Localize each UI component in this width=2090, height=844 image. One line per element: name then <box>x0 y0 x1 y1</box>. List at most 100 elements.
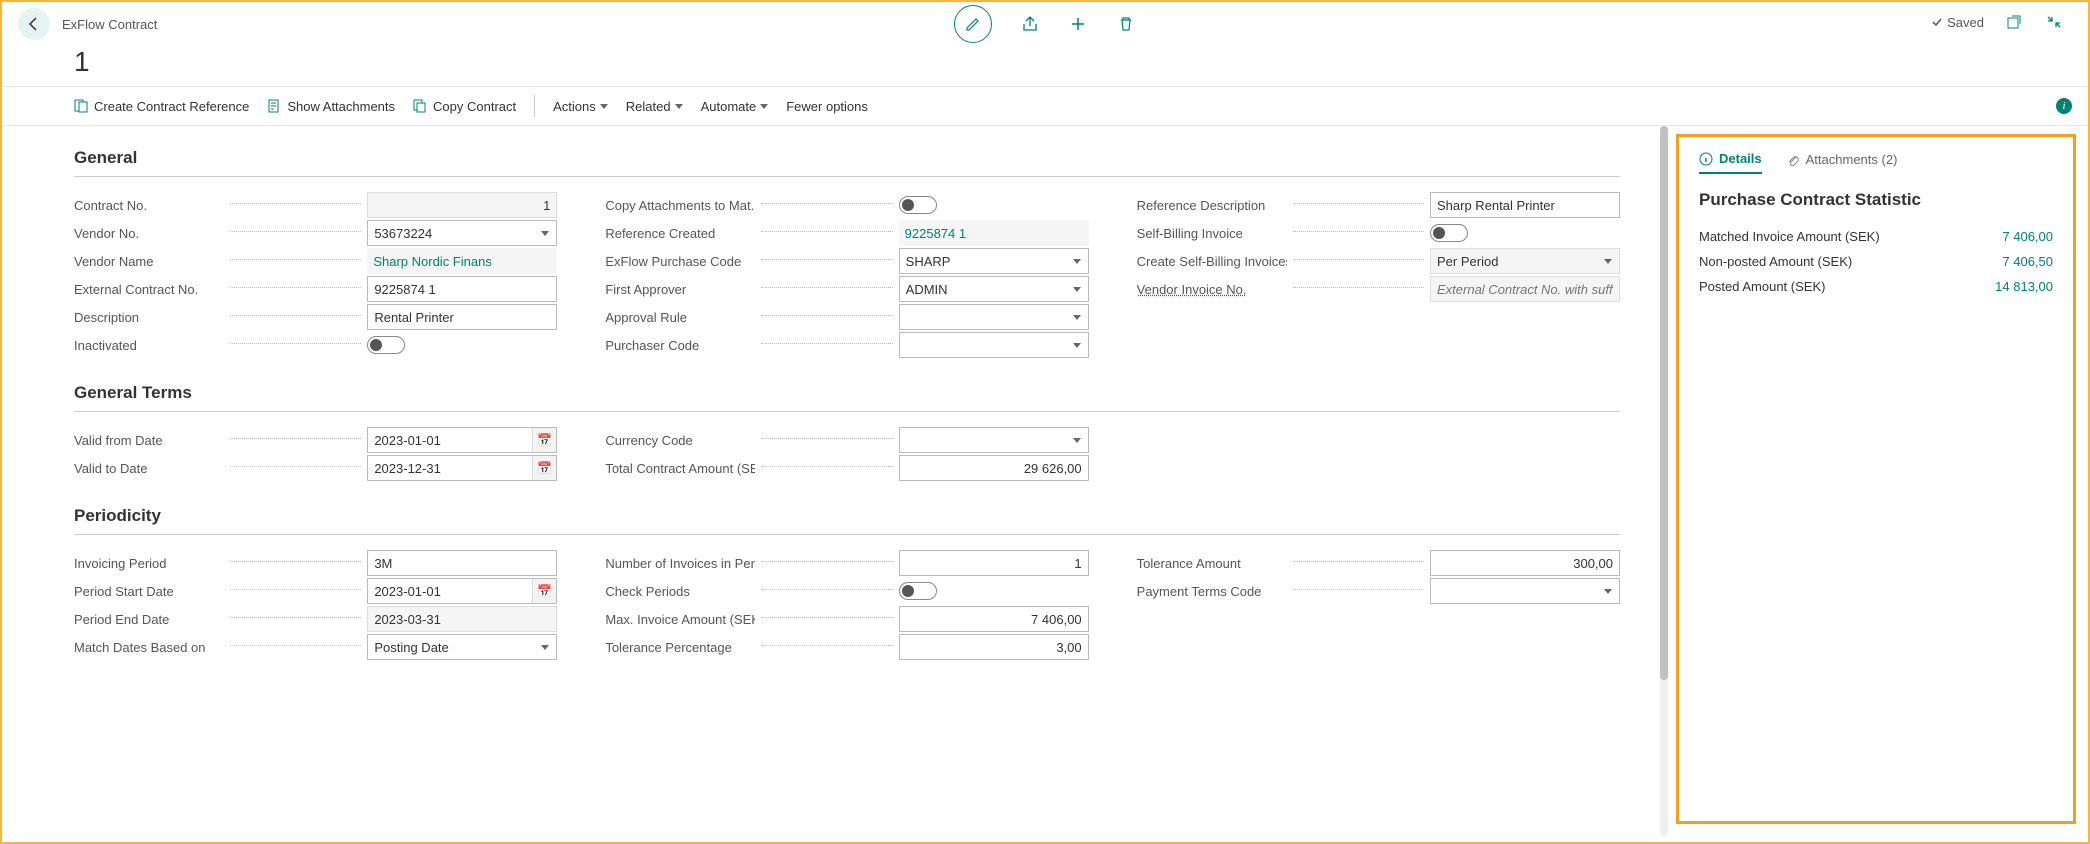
description-label: Description <box>74 310 224 325</box>
num-inv-input[interactable] <box>899 550 1089 576</box>
match-input[interactable] <box>367 634 557 660</box>
document-ref-icon <box>74 99 88 113</box>
ext-contract-input[interactable] <box>367 276 557 302</box>
end-label: Period End Date <box>74 612 224 627</box>
ref-created-link[interactable]: 9225874 1 <box>899 220 1089 246</box>
ext-contract-label: External Contract No. <box>74 282 224 297</box>
approval-rule-input[interactable] <box>899 304 1089 330</box>
vendor-no-label: Vendor No. <box>74 226 224 241</box>
vendor-invoice-input[interactable] <box>1430 276 1620 302</box>
copy-attach-label: Copy Attachments to Mat... <box>605 198 755 213</box>
show-attachments-button[interactable]: Show Attachments <box>267 99 395 114</box>
tab-details[interactable]: Details <box>1699 151 1762 174</box>
start-input[interactable] <box>367 578 557 604</box>
copy-icon <box>413 99 427 113</box>
edit-button[interactable] <box>954 5 992 43</box>
ref-desc-input[interactable] <box>1430 192 1620 218</box>
check-label: Check Periods <box>605 584 755 599</box>
num-inv-label: Number of Invoices in Per... <box>605 556 755 571</box>
pencil-icon <box>965 16 981 32</box>
related-menu[interactable]: Related <box>626 99 683 114</box>
scrollbar-thumb[interactable] <box>1660 126 1668 680</box>
panel-title: Purchase Contract Statistic <box>1699 190 2053 210</box>
calendar-icon[interactable]: 📅 <box>532 579 556 603</box>
end-input[interactable] <box>367 606 557 632</box>
arrow-left-icon <box>26 16 42 32</box>
valid-to-input[interactable] <box>367 455 557 481</box>
details-panel: Details Attachments (2) Purchase Contrac… <box>1676 134 2076 824</box>
max-inv-label: Max. Invoice Amount (SEK) <box>605 612 755 627</box>
calendar-icon[interactable]: 📅 <box>532 428 556 452</box>
inactivated-label: Inactivated <box>74 338 224 353</box>
vendor-invoice-label[interactable]: Vendor Invoice No. <box>1137 282 1287 297</box>
create-self-bill-label: Create Self-Billing Invoices <box>1137 254 1287 269</box>
max-inv-input[interactable] <box>899 606 1089 632</box>
collapse-button[interactable] <box>2044 12 2064 32</box>
copy-contract-button[interactable]: Copy Contract <box>413 99 516 114</box>
create-self-bill-input[interactable] <box>1430 248 1620 274</box>
stat-row: Matched Invoice Amount (SEK)7 406,00 <box>1699 224 2053 249</box>
delete-button[interactable] <box>1116 14 1136 34</box>
period-input[interactable] <box>367 550 557 576</box>
check-toggle[interactable] <box>899 582 937 600</box>
first-approver-label: First Approver <box>605 282 755 297</box>
stat-value[interactable]: 7 406,00 <box>2002 229 2053 244</box>
chevron-down-icon <box>675 104 683 109</box>
contract-no-input[interactable] <box>367 192 557 218</box>
automate-menu[interactable]: Automate <box>701 99 769 114</box>
self-bill-toggle[interactable] <box>1430 224 1468 242</box>
calendar-icon[interactable]: 📅 <box>532 456 556 480</box>
description-input[interactable] <box>367 304 557 330</box>
stat-value[interactable]: 7 406,50 <box>2002 254 2053 269</box>
approval-rule-label: Approval Rule <box>605 310 755 325</box>
contract-no-label: Contract No. <box>74 198 224 213</box>
vendor-no-input[interactable] <box>367 220 557 246</box>
ref-created-label: Reference Created <box>605 226 755 241</box>
pay-terms-label: Payment Terms Code <box>1137 584 1287 599</box>
currency-input[interactable] <box>899 427 1089 453</box>
first-approver-input[interactable] <box>899 276 1089 302</box>
vendor-name-label: Vendor Name <box>74 254 224 269</box>
inactivated-toggle[interactable] <box>367 336 405 354</box>
valid-from-input[interactable] <box>367 427 557 453</box>
paperclip-icon <box>1786 153 1800 167</box>
period-label: Invoicing Period <box>74 556 224 571</box>
popout-icon <box>2006 14 2022 30</box>
tab-attachments[interactable]: Attachments (2) <box>1786 152 1898 173</box>
copy-attach-toggle[interactable] <box>899 196 937 214</box>
total-label: Total Contract Amount (SE... <box>605 461 755 476</box>
vendor-name-link[interactable]: Sharp Nordic Finans <box>367 248 557 274</box>
chevron-down-icon <box>600 104 608 109</box>
purchase-code-input[interactable] <box>899 248 1089 274</box>
section-periodicity-title: Periodicity <box>74 506 1620 535</box>
stat-value[interactable]: 14 813,00 <box>1995 279 2053 294</box>
start-label: Period Start Date <box>74 584 224 599</box>
collapse-icon <box>2046 14 2062 30</box>
scrollbar[interactable] <box>1660 126 1668 836</box>
self-bill-label: Self-Billing Invoice <box>1137 226 1287 241</box>
plus-icon <box>1070 16 1086 32</box>
tol-amt-label: Tolerance Amount <box>1137 556 1287 571</box>
purchaser-label: Purchaser Code <box>605 338 755 353</box>
stat-row: Posted Amount (SEK)14 813,00 <box>1699 274 2053 299</box>
valid-from-label: Valid from Date <box>74 433 224 448</box>
match-label: Match Dates Based on <box>74 640 224 655</box>
popout-button[interactable] <box>2004 12 2024 32</box>
chevron-down-icon <box>760 104 768 109</box>
new-button[interactable] <box>1068 14 1088 34</box>
share-icon <box>1021 15 1039 33</box>
actions-menu[interactable]: Actions <box>553 99 608 114</box>
attachment-icon <box>267 99 281 113</box>
share-button[interactable] <box>1020 14 1040 34</box>
info-badge[interactable]: i <box>2056 98 2072 114</box>
back-button[interactable] <box>18 8 50 40</box>
create-contract-reference-button[interactable]: Create Contract Reference <box>74 99 249 114</box>
tol-pct-input[interactable] <box>899 634 1089 660</box>
fewer-options-button[interactable]: Fewer options <box>786 99 868 114</box>
pay-terms-input[interactable] <box>1430 578 1620 604</box>
tol-amt-input[interactable] <box>1430 550 1620 576</box>
record-title: 1 <box>2 46 2088 86</box>
purchaser-input[interactable] <box>899 332 1089 358</box>
total-input[interactable] <box>899 455 1089 481</box>
ref-desc-label: Reference Description <box>1137 198 1287 213</box>
